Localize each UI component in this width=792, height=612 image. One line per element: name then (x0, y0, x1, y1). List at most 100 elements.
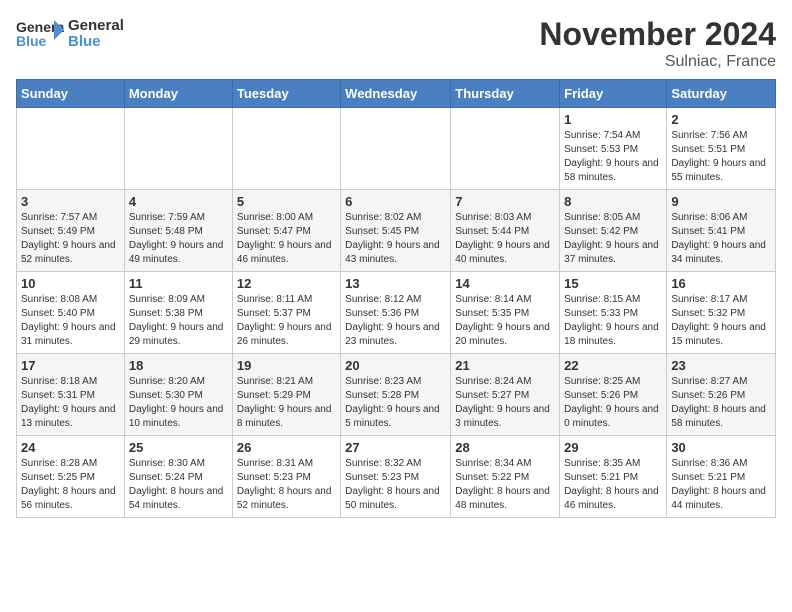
day-number: 2 (671, 112, 771, 127)
day-info: Sunrise: 8:08 AM Sunset: 5:40 PM Dayligh… (21, 293, 120, 349)
week-row: 17 Sunrise: 8:18 AM Sunset: 5:31 PM Dayli… (17, 354, 776, 436)
day-number: 14 (455, 276, 555, 291)
day-cell: 5 Sunrise: 8:00 AM Sunset: 5:47 PM Daylig… (232, 190, 340, 272)
day-number: 8 (564, 194, 662, 209)
day-number: 26 (237, 440, 336, 455)
day-cell: 2 Sunrise: 7:56 AM Sunset: 5:51 PM Daylig… (667, 108, 776, 190)
day-cell (232, 108, 340, 190)
day-number: 18 (129, 358, 228, 373)
week-row: 24Sunrise: 8:28 AM Sunset: 5:25 PM Dayli… (17, 436, 776, 518)
day-cell: 7 Sunrise: 8:03 AM Sunset: 5:44 PM Daylig… (451, 190, 560, 272)
day-number: 30 (671, 440, 771, 455)
day-cell: 23 Sunrise: 8:27 AM Sunset: 5:26 PM Dayli… (667, 354, 776, 436)
col-header-saturday: Saturday (667, 80, 776, 108)
col-header-sunday: Sunday (17, 80, 125, 108)
day-info: Sunrise: 8:31 AM Sunset: 5:23 PM Dayligh… (237, 457, 336, 513)
day-info: Sunrise: 8:24 AM Sunset: 5:27 PM Dayligh… (455, 375, 555, 431)
day-number: 11 (129, 276, 228, 291)
day-cell: 13 Sunrise: 8:12 AM Sunset: 5:36 PM Dayli… (341, 272, 451, 354)
day-cell: 14Sunrise: 8:14 AM Sunset: 5:35 PM Dayli… (451, 272, 560, 354)
day-number: 21 (455, 358, 555, 373)
day-cell: 24Sunrise: 8:28 AM Sunset: 5:25 PM Dayli… (17, 436, 125, 518)
day-info: Sunrise: 8:36 AM Sunset: 5:21 PM Dayligh… (671, 457, 771, 513)
col-header-thursday: Thursday (451, 80, 560, 108)
day-number: 13 (345, 276, 446, 291)
day-info: Sunrise: 8:23 AM Sunset: 5:28 PM Dayligh… (345, 375, 446, 431)
day-cell: 30 Sunrise: 8:36 AM Sunset: 5:21 PM Dayli… (667, 436, 776, 518)
day-cell: 28 Sunrise: 8:34 AM Sunset: 5:22 PM Dayli… (451, 436, 560, 518)
day-number: 25 (129, 440, 228, 455)
day-cell: 26 Sunrise: 8:31 AM Sunset: 5:23 PM Dayli… (232, 436, 340, 518)
col-header-wednesday: Wednesday (341, 80, 451, 108)
day-info: Sunrise: 8:09 AM Sunset: 5:38 PM Dayligh… (129, 293, 228, 349)
title-area: November 2024 Sulniac, France (539, 16, 776, 71)
calendar: SundayMondayTuesdayWednesdayThursdayFrid… (16, 79, 776, 518)
day-number: 6 (345, 194, 446, 209)
day-cell: 17 Sunrise: 8:18 AM Sunset: 5:31 PM Dayli… (17, 354, 125, 436)
day-info: Sunrise: 8:32 AM Sunset: 5:23 PM Dayligh… (345, 457, 446, 513)
logo-general: General (68, 18, 124, 35)
day-cell: 29Sunrise: 8:35 AM Sunset: 5:21 PM Dayli… (560, 436, 667, 518)
day-number: 17 (21, 358, 120, 373)
logo-icon: General Blue (16, 16, 64, 52)
day-info: Sunrise: 8:34 AM Sunset: 5:22 PM Dayligh… (455, 457, 555, 513)
day-cell: 19 Sunrise: 8:21 AM Sunset: 5:29 PM Dayli… (232, 354, 340, 436)
day-cell: 27 Sunrise: 8:32 AM Sunset: 5:23 PM Dayli… (341, 436, 451, 518)
day-number: 24 (21, 440, 120, 455)
day-cell: 18Sunrise: 8:20 AM Sunset: 5:30 PM Dayli… (124, 354, 232, 436)
day-info: Sunrise: 7:57 AM Sunset: 5:49 PM Dayligh… (21, 211, 120, 267)
day-info: Sunrise: 8:27 AM Sunset: 5:26 PM Dayligh… (671, 375, 771, 431)
svg-text:Blue: Blue (16, 33, 47, 49)
day-cell: 1 Sunrise: 7:54 AM Sunset: 5:53 PM Daylig… (560, 108, 667, 190)
day-info: Sunrise: 8:21 AM Sunset: 5:29 PM Dayligh… (237, 375, 336, 431)
day-info: Sunrise: 8:06 AM Sunset: 5:41 PM Dayligh… (671, 211, 771, 267)
day-info: Sunrise: 8:11 AM Sunset: 5:37 PM Dayligh… (237, 293, 336, 349)
day-cell: 16Sunrise: 8:17 AM Sunset: 5:32 PM Dayli… (667, 272, 776, 354)
day-info: Sunrise: 8:17 AM Sunset: 5:32 PM Dayligh… (671, 293, 771, 349)
day-info: Sunrise: 7:56 AM Sunset: 5:51 PM Dayligh… (671, 129, 771, 185)
day-info: Sunrise: 7:59 AM Sunset: 5:48 PM Dayligh… (129, 211, 228, 267)
day-number: 4 (129, 194, 228, 209)
day-cell: 9 Sunrise: 8:06 AM Sunset: 5:41 PM Daylig… (667, 190, 776, 272)
day-info: Sunrise: 8:03 AM Sunset: 5:44 PM Dayligh… (455, 211, 555, 267)
day-cell: 25 Sunrise: 8:30 AM Sunset: 5:24 PM Dayli… (124, 436, 232, 518)
day-cell: 12Sunrise: 8:11 AM Sunset: 5:37 PM Dayli… (232, 272, 340, 354)
day-cell: 20Sunrise: 8:23 AM Sunset: 5:28 PM Dayli… (341, 354, 451, 436)
day-number: 3 (21, 194, 120, 209)
day-cell: 10Sunrise: 8:08 AM Sunset: 5:40 PM Dayli… (17, 272, 125, 354)
day-info: Sunrise: 8:12 AM Sunset: 5:36 PM Dayligh… (345, 293, 446, 349)
page-subtitle: Sulniac, France (539, 53, 776, 71)
logo-blue: Blue (68, 34, 124, 51)
day-cell (451, 108, 560, 190)
day-number: 19 (237, 358, 336, 373)
day-number: 28 (455, 440, 555, 455)
day-info: Sunrise: 8:25 AM Sunset: 5:26 PM Dayligh… (564, 375, 662, 431)
day-number: 1 (564, 112, 662, 127)
day-info: Sunrise: 8:18 AM Sunset: 5:31 PM Dayligh… (21, 375, 120, 431)
day-number: 5 (237, 194, 336, 209)
day-info: Sunrise: 8:30 AM Sunset: 5:24 PM Dayligh… (129, 457, 228, 513)
day-cell (124, 108, 232, 190)
day-info: Sunrise: 8:15 AM Sunset: 5:33 PM Dayligh… (564, 293, 662, 349)
day-info: Sunrise: 7:54 AM Sunset: 5:53 PM Dayligh… (564, 129, 662, 185)
day-info: Sunrise: 8:00 AM Sunset: 5:47 PM Dayligh… (237, 211, 336, 267)
week-row: 10Sunrise: 8:08 AM Sunset: 5:40 PM Dayli… (17, 272, 776, 354)
week-row: 1 Sunrise: 7:54 AM Sunset: 5:53 PM Daylig… (17, 108, 776, 190)
day-number: 27 (345, 440, 446, 455)
day-number: 9 (671, 194, 771, 209)
day-cell (17, 108, 125, 190)
day-number: 29 (564, 440, 662, 455)
day-cell: 11 Sunrise: 8:09 AM Sunset: 5:38 PM Dayli… (124, 272, 232, 354)
day-number: 7 (455, 194, 555, 209)
col-header-tuesday: Tuesday (232, 80, 340, 108)
logo: General Blue General Blue (16, 16, 124, 52)
day-cell: 21 Sunrise: 8:24 AM Sunset: 5:27 PM Dayli… (451, 354, 560, 436)
col-header-friday: Friday (560, 80, 667, 108)
day-info: Sunrise: 8:02 AM Sunset: 5:45 PM Dayligh… (345, 211, 446, 267)
col-header-monday: Monday (124, 80, 232, 108)
day-cell: 3 Sunrise: 7:57 AM Sunset: 5:49 PM Daylig… (17, 190, 125, 272)
day-cell: 8Sunrise: 8:05 AM Sunset: 5:42 PM Daylig… (560, 190, 667, 272)
day-number: 23 (671, 358, 771, 373)
week-row: 3 Sunrise: 7:57 AM Sunset: 5:49 PM Daylig… (17, 190, 776, 272)
day-cell: 6 Sunrise: 8:02 AM Sunset: 5:45 PM Daylig… (341, 190, 451, 272)
